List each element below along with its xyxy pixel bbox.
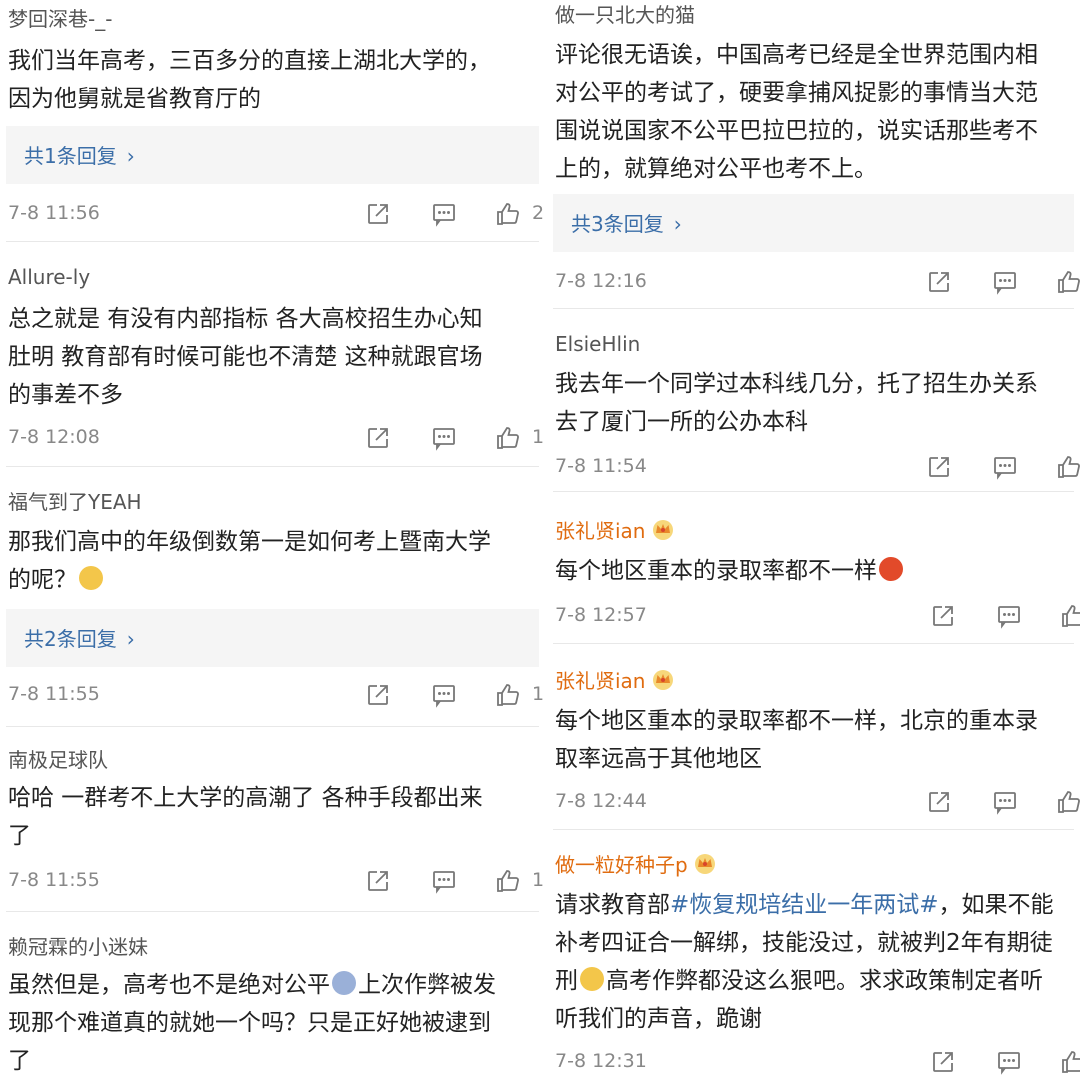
share-icon[interactable] (925, 268, 953, 296)
share-icon[interactable] (364, 681, 392, 709)
like-icon[interactable] (1055, 788, 1080, 816)
chevron-right-icon: › (126, 144, 135, 168)
like-count: 1 (532, 683, 545, 705)
comment-icon[interactable] (991, 453, 1019, 481)
crown-icon (650, 668, 676, 690)
share-icon[interactable] (925, 788, 953, 816)
right-comment-column: 做一只北大的猫 评论很无语诶，中国高考已经是全世界范围内相 对公平的考试了，硬要拿… (547, 0, 1080, 1080)
like-icon[interactable] (494, 867, 522, 895)
crown-icon (650, 518, 676, 540)
comment-username[interactable]: 赖冠霖的小迷妹 (8, 934, 148, 960)
comment-item: 张礼贤ian 每个地区重本的录取率都不一样，北京的重本录 取率远高于其他地区 7-… (547, 644, 1080, 840)
comment-username[interactable]: 梦回深巷-_- (8, 6, 112, 32)
share-icon[interactable] (929, 602, 957, 630)
comment-text: 每个地区重本的录取率都不一样，北京的重本录 取率远高于其他地区 (555, 708, 1038, 772)
comment-item: 做一只北大的猫 评论很无语诶，中国高考已经是全世界范围内相 对公平的考试了，硬要拿… (547, 0, 1080, 306)
comment-icon[interactable] (430, 681, 458, 709)
comment-time: 7-8 12:44 (555, 790, 647, 812)
left-comment-column: 梦回深巷-_- 我们当年高考，三百多分的直接上湖北大学的， 因为他舅就是省教育厅的… (0, 0, 545, 1080)
comment-item: 张礼贤ian 每个地区重本的录取率都不一样 7-8 12:57 (547, 492, 1080, 642)
like-icon[interactable] (494, 681, 522, 709)
comment-item: ElsieHlin 我去年一个同学过本科线几分，托了招生办关系 去了厦门一所的公办… (547, 309, 1080, 489)
like-icon[interactable] (1059, 1048, 1080, 1076)
comment-username[interactable]: 做一只北大的猫 (555, 2, 695, 28)
comment-text: 每个地区重本的录取率都不一样 (555, 552, 1080, 590)
share-icon[interactable] (364, 867, 392, 895)
thinking-emoji-icon (79, 566, 103, 590)
comment-time: 7-8 11:56 (8, 202, 100, 224)
like-count: 2 (532, 202, 545, 224)
chevron-right-icon: › (126, 627, 135, 651)
comment-username[interactable]: 张礼贤ian (555, 518, 676, 544)
comment-item: 南极足球队 哈哈 一群考不上大学的高潮了 各种手段都出来了 7-8 11:55 … (0, 727, 545, 912)
comment-item: Allure-ly 总之就是 有没有内部指标 各大高校招生办心知 肚明 教育部有时… (0, 242, 545, 464)
like-count: 1 (532, 869, 545, 891)
comment-text: 请求教育部#恢复规培结业一年两试#，如果不能 补考四证合一解绑，技能没过，就被判… (555, 892, 1054, 1032)
like-count: 1 (532, 426, 545, 448)
crying-emoji-icon (332, 971, 356, 995)
comment-text: 我去年一个同学过本科线几分，托了招生办关系 去了厦门一所的公办本科 (555, 371, 1038, 435)
comment-icon[interactable] (995, 1048, 1023, 1076)
share-icon[interactable] (925, 453, 953, 481)
comment-item: 做一粒好种子p 请求教育部#恢复规培结业一年两试#，如果不能 补考四证合一解绑，… (547, 830, 1080, 1080)
comment-text: 评论很无语诶，中国高考已经是全世界范围内相 对公平的考试了，硬要拿捕风捉影的事情当… (555, 42, 1038, 182)
comment-time: 7-8 12:08 (8, 426, 100, 448)
replies-link[interactable]: 共3条回复 › (553, 194, 1074, 252)
comment-time: 7-8 11:54 (555, 455, 647, 477)
comment-icon[interactable] (991, 788, 1019, 816)
comment-item: 福气到了YEAH 那我们高中的年级倒数第一是如何考上暨南大学 的呢？ 共2条回复… (0, 467, 545, 727)
comment-item: 梦回深巷-_- 我们当年高考，三百多分的直接上湖北大学的， 因为他舅就是省教育厅的… (0, 0, 545, 240)
comment-username[interactable]: ElsieHlin (555, 331, 640, 357)
comment-icon[interactable] (995, 602, 1023, 630)
hashtag-link[interactable]: #恢复规培结业一年两试# (670, 892, 939, 918)
comment-item: 赖冠霖的小迷妹 虽然但是，高考也不是绝对公平 上次作弊被发 现那个难道真的就她一个… (0, 912, 545, 1080)
chevron-right-icon: › (673, 212, 682, 236)
comment-username[interactable]: 福气到了YEAH (8, 489, 142, 515)
crown-icon (692, 852, 718, 874)
comment-text: 总之就是 有没有内部指标 各大高校招生办心知 肚明 教育部有时候可能也不清楚 这种… (8, 306, 483, 408)
replies-link[interactable]: 共2条回复 › (6, 609, 539, 667)
like-icon[interactable] (494, 424, 522, 452)
comment-text: 虽然但是，高考也不是绝对公平 上次作弊被发 现那个难道真的就她一个吗？只是正好她被… (8, 971, 496, 1074)
like-icon[interactable] (1055, 453, 1080, 481)
comment-icon[interactable] (430, 200, 458, 228)
comment-icon[interactable] (430, 867, 458, 895)
comment-time: 7-8 11:55 (8, 683, 100, 705)
angry-emoji-icon (879, 557, 903, 581)
comment-text: 我们当年高考，三百多分的直接上湖北大学的， 因为他舅就是省教育厅的 (8, 48, 491, 112)
comment-time: 7-8 12:57 (555, 604, 647, 626)
comment-username[interactable]: Allure-ly (8, 264, 90, 290)
like-icon[interactable] (1059, 602, 1080, 630)
replies-link[interactable]: 共1条回复 › (6, 126, 539, 184)
crying-emoji-icon (580, 967, 604, 991)
comment-username[interactable]: 做一粒好种子p (555, 852, 718, 878)
like-icon[interactable] (494, 200, 522, 228)
comment-text: 那我们高中的年级倒数第一是如何考上暨南大学 的呢？ (8, 529, 491, 593)
comment-text: 哈哈 一群考不上大学的高潮了 各种手段都出来了 (8, 785, 483, 849)
comment-time: 7-8 12:31 (555, 1050, 647, 1072)
comment-time: 7-8 11:55 (8, 869, 100, 891)
comment-username[interactable]: 南极足球队 (8, 747, 108, 773)
share-icon[interactable] (364, 200, 392, 228)
comment-icon[interactable] (430, 424, 458, 452)
share-icon[interactable] (929, 1048, 957, 1076)
share-icon[interactable] (364, 424, 392, 452)
comment-username[interactable]: 张礼贤ian (555, 668, 676, 694)
comment-icon[interactable] (991, 268, 1019, 296)
comment-time: 7-8 12:16 (555, 270, 647, 292)
like-icon[interactable] (1055, 268, 1080, 296)
